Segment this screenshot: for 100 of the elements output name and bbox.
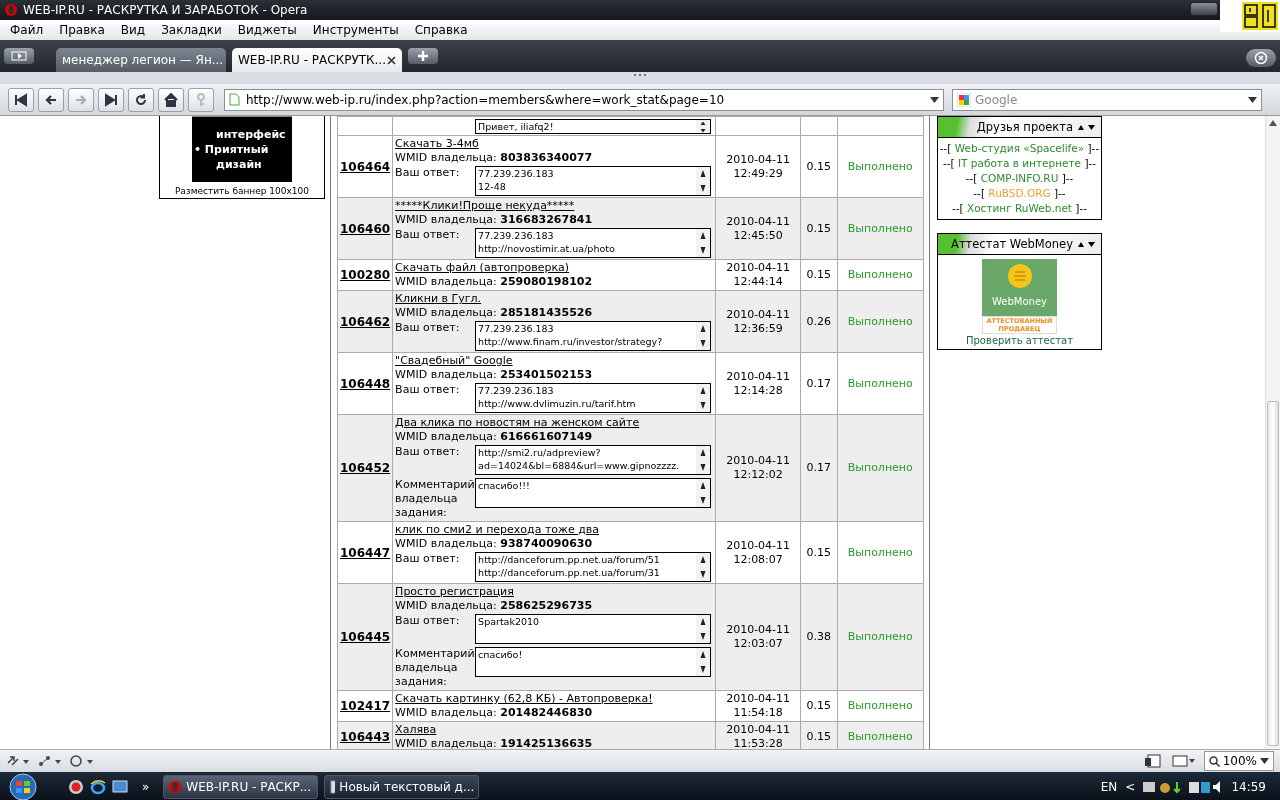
panel-title: Друзья проекта xyxy=(976,120,1073,134)
bracket-text: --[ xyxy=(939,142,952,154)
magnifier-icon xyxy=(1208,755,1220,767)
scroll-thumb[interactable] xyxy=(1267,401,1279,746)
answer-field[interactable]: http://danceforum.pp.net.ua/forum/51 http://danceforum.pp.net.ua/forum/31 xyxy=(475,552,712,582)
rewind-icon xyxy=(14,92,28,107)
friend-link[interactable]: COMP-INFO.RU xyxy=(980,172,1059,184)
menu-item[interactable]: Виджеты xyxy=(229,23,305,37)
answer-label: Ваш ответ: xyxy=(395,321,461,335)
forward-icon xyxy=(74,92,88,107)
task-date: 2010-04-11 12:49:29 xyxy=(726,152,791,180)
task-title-link[interactable]: Скачать 3-4мб xyxy=(395,137,479,151)
banner-caption[interactable]: Разместить баннер 100x100 xyxy=(174,186,310,196)
browser-tab[interactable]: WEB-IP.RU - РАСКРУТК... xyxy=(232,48,402,72)
language-indicator[interactable]: EN xyxy=(1100,779,1118,794)
scroll-up-icon[interactable] xyxy=(1269,120,1277,126)
task-status: Выполнено xyxy=(847,376,913,390)
menu-item[interactable]: Инструменты xyxy=(304,23,407,37)
task-date: 2010-04-11 12:44:14 xyxy=(726,261,791,288)
search-field[interactable]: Google xyxy=(952,88,1262,111)
banner-ad[interactable]: интерфейс • Приятный дизайн xyxy=(192,116,292,182)
answer-label: Ваш ответ: xyxy=(395,228,461,242)
owner-wmid: WMID владельца: 259080198102 xyxy=(395,275,594,289)
fast-forward-button[interactable] xyxy=(98,87,124,112)
browser-tab[interactable]: менеджер легион — Ян... xyxy=(56,48,226,72)
answer-field[interactable]: 77.239.236.183 http://www.finam.ru/investor/strategy? xyxy=(475,321,712,351)
sync-icon[interactable] xyxy=(6,755,30,767)
answer-field[interactable]: http://smi2.ru/adpreview? ad=14024&bl=6884&url=www.gipnozzzz. xyxy=(475,445,712,475)
taskbar-button[interactable]: Новый текстовый д... xyxy=(324,774,480,799)
task-price: 0.17 xyxy=(806,376,832,390)
collapse-arrows-icon[interactable] xyxy=(1077,240,1097,248)
more-button[interactable]: » xyxy=(142,779,150,794)
home-button[interactable] xyxy=(158,87,184,112)
dropdown-icon xyxy=(1260,758,1269,764)
task-date: 2010-04-11 12:12:02 xyxy=(726,454,791,481)
minimize-button[interactable] xyxy=(1190,2,1218,16)
menu-item[interactable]: Правка xyxy=(51,23,113,37)
answer-field[interactable]: 77.239.236.183 12-48 xyxy=(475,166,712,196)
new-tab-button[interactable] xyxy=(408,48,438,64)
rewind-button[interactable] xyxy=(8,87,34,112)
back-button[interactable] xyxy=(38,87,64,112)
comment-field[interactable]: спасибо!!! xyxy=(475,478,712,508)
menu-item[interactable]: Вид xyxy=(112,23,154,37)
menu-item[interactable]: Файл xyxy=(2,23,52,37)
opera-logo-icon xyxy=(168,779,183,794)
bracket-text: --[ xyxy=(951,202,964,214)
menu-item[interactable]: Закладки xyxy=(153,23,230,37)
network-icon[interactable] xyxy=(38,755,62,767)
ie-icon[interactable] xyxy=(90,778,106,795)
task-title-link[interactable]: Просто регистрация xyxy=(395,585,514,599)
reload-button[interactable] xyxy=(128,87,154,112)
task-title-link[interactable]: Два клика по новостям на женском сайте xyxy=(395,416,640,430)
window-title: WEB-IP.RU - РАСКРУТКА И ЗАРАБОТОК - Opera xyxy=(23,3,308,17)
answer-label: Ваш ответ: xyxy=(395,614,461,628)
owner-wmid: WMID владельца: 201482446830 xyxy=(395,706,594,720)
friend-link[interactable]: Web-студия «Spacelife» xyxy=(954,142,1085,154)
task-date: 2010-04-11 11:53:28 xyxy=(726,723,791,749)
closed-tabs-button[interactable] xyxy=(1246,49,1276,67)
opera-launch-icon[interactable] xyxy=(68,778,84,795)
panel-toggle-button[interactable] xyxy=(4,48,34,64)
speed-dial-icon[interactable] xyxy=(70,755,94,767)
answer-field[interactable]: Привет, iliafq2! xyxy=(475,119,712,134)
task-title-link[interactable]: Скачать файл (автопроверка) xyxy=(395,261,570,275)
bracket-text: --[ xyxy=(973,187,985,199)
bracket-text: ]-- xyxy=(1054,187,1066,199)
comment-field[interactable]: спасибо! xyxy=(475,647,712,677)
task-title-link[interactable]: Халява xyxy=(395,723,437,737)
task-title-link[interactable]: Скачать картинку (62,8 КБ) - Автопроверка! xyxy=(395,692,653,706)
task-date: 2010-04-11 12:14:28 xyxy=(726,369,791,397)
task-price: 0.15 xyxy=(806,159,832,173)
presentation-icon[interactable] xyxy=(1143,754,1164,768)
address-field[interactable]: http://www.web-ip.ru/index.php?action=members&where=work_stat&page=10 xyxy=(224,88,944,111)
task-id-link[interactable]: 106452 xyxy=(340,461,391,475)
owner-wmid: WMID владельца: 316683267841 xyxy=(395,213,594,227)
owner-wmid: WMID владельца: 191425136635 xyxy=(395,737,594,749)
friend-link[interactable]: IT работа в интернете xyxy=(957,157,1082,169)
view-icon[interactable] xyxy=(1171,754,1196,768)
bracket-text: --[ xyxy=(965,172,978,184)
friend-link[interactable]: Хостинг RuWeb.net xyxy=(967,202,1072,214)
task-price: 0.38 xyxy=(806,630,832,643)
menu-item[interactable]: Справка xyxy=(406,23,476,37)
answer-label: Ваш ответ: xyxy=(395,383,461,397)
zoom-control[interactable]: 100% xyxy=(1203,751,1274,771)
task-title-link[interactable]: клик по сми2 и перехода тоже два xyxy=(395,523,600,537)
dropdown-icon xyxy=(1248,96,1257,103)
answer-field[interactable]: Spartak2010 xyxy=(475,614,712,644)
task-title-link[interactable]: *****Клики!Проще некуда***** xyxy=(395,199,575,213)
task-id-link[interactable]: 106445 xyxy=(340,630,391,644)
answer-field[interactable]: 77.239.236.183 http://novostimir.at.ua/photo xyxy=(475,228,712,258)
close-icon[interactable] xyxy=(387,55,396,65)
back-icon xyxy=(44,92,58,107)
task-title-link[interactable]: "Свадебный" Google xyxy=(395,354,513,368)
check-attestat-link[interactable]: Проверить аттестат xyxy=(966,335,1073,346)
taskbar-button[interactable]: WEB-IP.RU - РАСКР... xyxy=(163,774,319,799)
task-title-link[interactable]: Кликни в Гугл. xyxy=(395,292,482,306)
desktop-icon[interactable] xyxy=(112,778,128,795)
answer-field[interactable]: 77.239.236.183 http://www.dvlimuzin.ru/tarif.htm xyxy=(475,383,712,413)
collapse-arrows-icon[interactable] xyxy=(1077,123,1097,131)
task-price: 0.17 xyxy=(806,461,832,474)
show-hidden-icons-button[interactable]: < xyxy=(1125,779,1136,794)
